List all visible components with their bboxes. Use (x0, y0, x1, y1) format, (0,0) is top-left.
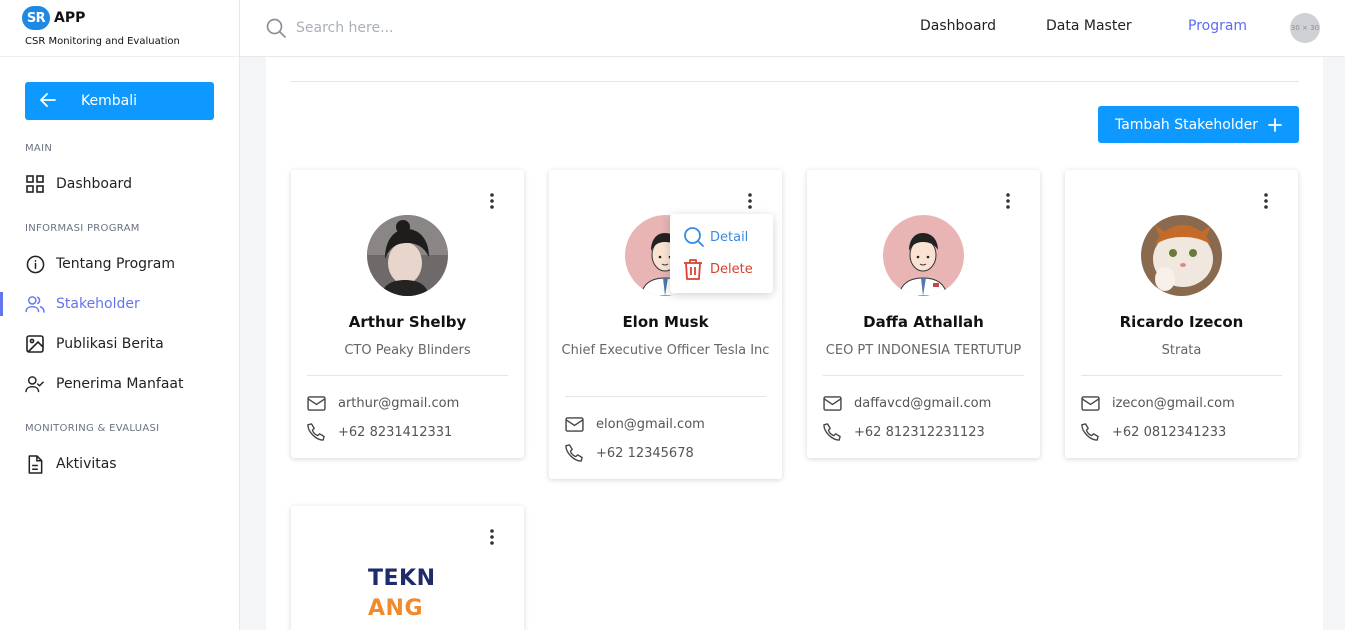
mail-icon (307, 394, 327, 412)
top-nav-program[interactable]: Program (1188, 18, 1247, 34)
mail-icon (1081, 394, 1101, 412)
avatar[interactable]: 30 × 30 (1290, 13, 1320, 43)
more-vertical-icon[interactable] (1002, 192, 1014, 210)
search-icon (683, 226, 705, 248)
more-vertical-icon[interactable] (744, 192, 756, 210)
phone-icon (565, 444, 585, 462)
sidebar-item-publikasi-berita[interactable]: Publikasi Berita (0, 329, 239, 359)
brand-name: APP (54, 10, 86, 26)
email-row: elon@gmail.com (565, 415, 705, 433)
phone-row: +62 812312231123 (823, 423, 985, 441)
sidebar-item-dashboard[interactable]: Dashboard (0, 169, 239, 199)
email-text[interactable]: elon@gmail.com (596, 417, 705, 432)
stakeholder-name: Arthur Shelby (348, 313, 467, 331)
grid-icon (25, 174, 45, 194)
email-row: daffavcd@gmail.com (823, 394, 991, 412)
sidebar-item-label: Penerima Manfaat (56, 376, 184, 392)
users-icon (25, 294, 45, 314)
add-stakeholder-label: Tambah Stakeholder (1114, 116, 1258, 133)
main-panel: Tambah Stakeholder Arthur Shelby CTO Pea… (266, 57, 1323, 630)
mail-icon (565, 415, 585, 433)
detail-menu-item[interactable]: Detail (683, 226, 748, 248)
topbar: Dashboard Data Master Program 30 × 30 (240, 0, 1345, 57)
card-divider (565, 396, 766, 397)
brand-subtitle: CSR Monitoring and Evaluation (25, 36, 180, 47)
back-button[interactable]: Kembali (25, 82, 214, 120)
phone-text[interactable]: +62 8231412331 (338, 425, 452, 440)
more-vertical-icon[interactable] (486, 528, 498, 546)
sidebar-item-label: Dashboard (56, 176, 132, 192)
stakeholder-name: Ricardo Izecon (1119, 313, 1244, 331)
user-check-icon (25, 374, 45, 394)
phone-text[interactable]: +62 0812341233 (1112, 425, 1226, 440)
stakeholder-role: Strata (1161, 343, 1202, 358)
stakeholder-card: TEKN ANG (291, 506, 524, 630)
delete-label: Delete (710, 261, 753, 277)
sidebar: SR APP CSR Monitoring and Evaluation Kem… (0, 0, 240, 630)
company-logo: TEKN ANG (368, 564, 448, 624)
search-input[interactable] (296, 16, 596, 40)
sidebar-item-label: Publikasi Berita (56, 336, 164, 352)
phone-row: +62 8231412331 (307, 423, 452, 441)
sidebar-item-aktivitas[interactable]: Aktivitas (0, 449, 239, 479)
image-icon (25, 334, 45, 354)
section-title-program: INFORMASI PROGRAM (25, 223, 140, 234)
stakeholder-card: Ricardo Izecon Strata izecon@gmail.com +… (1065, 170, 1298, 458)
back-button-label: Kembali (81, 93, 137, 109)
sidebar-item-tentang-program[interactable]: Tentang Program (0, 249, 239, 279)
delete-menu-item[interactable]: Delete (683, 258, 753, 280)
divider (290, 81, 1299, 82)
card-divider (1081, 375, 1282, 376)
phone-icon (1081, 423, 1101, 441)
sidebar-item-label: Aktivitas (56, 456, 117, 472)
phone-text[interactable]: +62 12345678 (596, 446, 694, 461)
phone-icon (307, 423, 327, 441)
more-vertical-icon[interactable] (486, 192, 498, 210)
section-title-main: MAIN (25, 143, 53, 154)
arrow-left-icon (40, 91, 60, 112)
card-actions-menu: Detail Delete (670, 214, 773, 293)
email-text[interactable]: daffavcd@gmail.com (854, 396, 991, 411)
sidebar-item-label: Stakeholder (56, 296, 140, 312)
more-vertical-icon[interactable] (1260, 192, 1272, 210)
logo-line-2: ANG (368, 596, 423, 621)
sidebar-item-penerima-manfaat[interactable]: Penerima Manfaat (0, 369, 239, 399)
card-divider (823, 375, 1024, 376)
stakeholder-photo (367, 215, 448, 296)
add-stakeholder-button[interactable]: Tambah Stakeholder (1098, 106, 1299, 143)
plus-icon (1268, 115, 1282, 135)
stakeholder-card: Arthur Shelby CTO Peaky Blinders arthur@… (291, 170, 524, 458)
detail-label: Detail (710, 229, 749, 245)
email-row: izecon@gmail.com (1081, 394, 1235, 412)
stakeholder-role: CTO Peaky Blinders (344, 343, 471, 358)
email-row: arthur@gmail.com (307, 394, 459, 412)
stakeholder-photo (1141, 215, 1222, 296)
sidebar-item-stakeholder[interactable]: Stakeholder (0, 289, 239, 319)
stakeholder-role: CEO PT INDONESIA TERTUTUP (825, 343, 1022, 358)
logo-line-1: TEKN (368, 566, 436, 591)
phone-text[interactable]: +62 812312231123 (854, 425, 985, 440)
document-icon (25, 454, 45, 474)
trash-icon (683, 258, 705, 280)
mail-icon (823, 394, 843, 412)
stakeholder-role: Chief Executive Officer Tesla Inc (561, 343, 770, 358)
stakeholder-photo (883, 215, 964, 296)
phone-row: +62 12345678 (565, 444, 694, 462)
email-text[interactable]: arthur@gmail.com (338, 396, 459, 411)
sidebar-item-label: Tentang Program (56, 256, 176, 272)
top-nav-dashboard[interactable]: Dashboard (920, 18, 996, 34)
section-title-monitoring: MONITORING & EVALUASI (25, 423, 160, 434)
stakeholder-card: Daffa Athallah CEO PT INDONESIA TERTUTUP… (807, 170, 1040, 458)
brand: SR APP CSR Monitoring and Evaluation (0, 0, 239, 57)
card-divider (307, 375, 508, 376)
stakeholder-name: Elon Musk (622, 313, 709, 331)
phone-icon (823, 423, 843, 441)
brand-logo[interactable]: SR (22, 6, 50, 30)
stakeholder-name: Daffa Athallah (863, 313, 984, 331)
email-text[interactable]: izecon@gmail.com (1112, 396, 1235, 411)
top-nav-data-master[interactable]: Data Master (1046, 18, 1132, 34)
phone-row: +62 0812341233 (1081, 423, 1226, 441)
search-icon[interactable] (266, 18, 286, 42)
info-icon (25, 254, 45, 274)
